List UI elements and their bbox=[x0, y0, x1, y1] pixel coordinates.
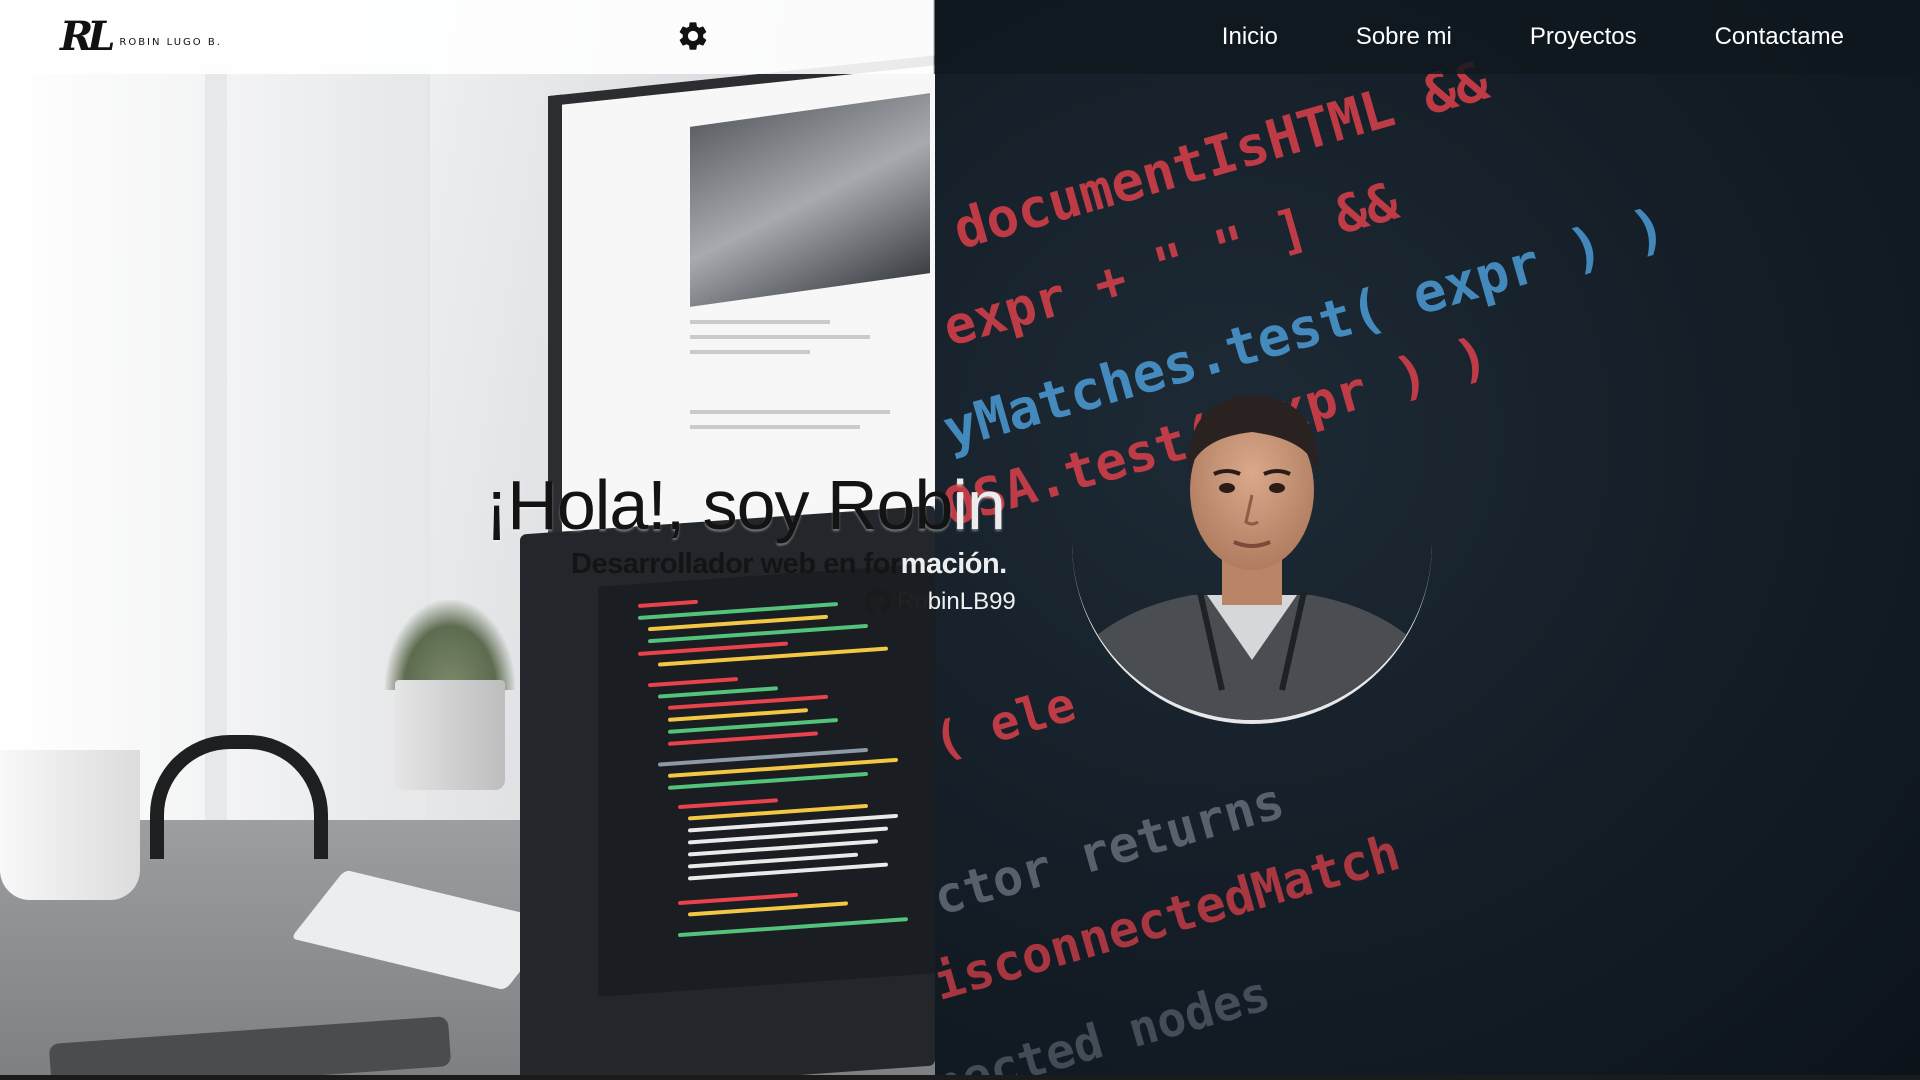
site-header: RL ROBIN LUGO B. Inicio Sobre mi Proyect… bbox=[0, 0, 1920, 74]
github-username: RobinLB99 bbox=[897, 588, 1016, 616]
main-nav: Inicio Sobre mi Proyectos Contactame bbox=[1222, 0, 1844, 74]
theme-toggle-button[interactable] bbox=[676, 19, 710, 53]
profile-photo bbox=[1072, 360, 1432, 724]
nav-link-sobre-mi[interactable]: Sobre mi bbox=[1356, 23, 1452, 51]
profile-photo-illustration bbox=[1072, 395, 1432, 720]
monitor-text bbox=[690, 335, 870, 339]
logo[interactable]: RL ROBIN LUGO B. bbox=[60, 10, 222, 62]
github-username-part: Ro bbox=[897, 588, 928, 615]
monitor-photo bbox=[690, 93, 930, 307]
page-bottom-border bbox=[0, 1075, 1920, 1080]
window-frame bbox=[405, 70, 427, 930]
nav-link-proyectos[interactable]: Proyectos bbox=[1530, 23, 1637, 51]
hero-subtitle-part: mación. bbox=[900, 548, 1008, 580]
monitor-text bbox=[690, 410, 890, 414]
nav-link-contactame[interactable]: Contactame bbox=[1715, 23, 1844, 51]
hero-title-part: in bbox=[952, 466, 1005, 544]
hero-title: ¡Hola!, soy Robin bbox=[485, 465, 1006, 545]
laptop-screen-code bbox=[598, 563, 935, 997]
hero-title-part: ¡Hola!, soy Rob bbox=[485, 466, 953, 544]
nav-link-inicio[interactable]: Inicio bbox=[1222, 23, 1278, 51]
monitor-text bbox=[690, 350, 810, 354]
mug bbox=[0, 750, 140, 900]
github-icon bbox=[865, 589, 891, 615]
hero-subtitle-part: Desarrollador web en for bbox=[571, 548, 901, 580]
monitor-text bbox=[690, 425, 860, 429]
plant bbox=[385, 600, 515, 690]
monitor-text bbox=[690, 320, 830, 324]
plant-pot bbox=[395, 680, 505, 790]
hero-subtitle: Desarrollador web en formación. bbox=[571, 548, 1007, 581]
background-code-text: ( ele bbox=[935, 676, 1082, 770]
github-link[interactable]: RobinLB99 bbox=[865, 587, 1016, 617]
logo-mark: RL bbox=[60, 12, 115, 60]
gear-icon bbox=[679, 22, 707, 50]
logo-name: ROBIN LUGO B. bbox=[119, 36, 222, 48]
github-username-part: binLB99 bbox=[927, 588, 1016, 615]
